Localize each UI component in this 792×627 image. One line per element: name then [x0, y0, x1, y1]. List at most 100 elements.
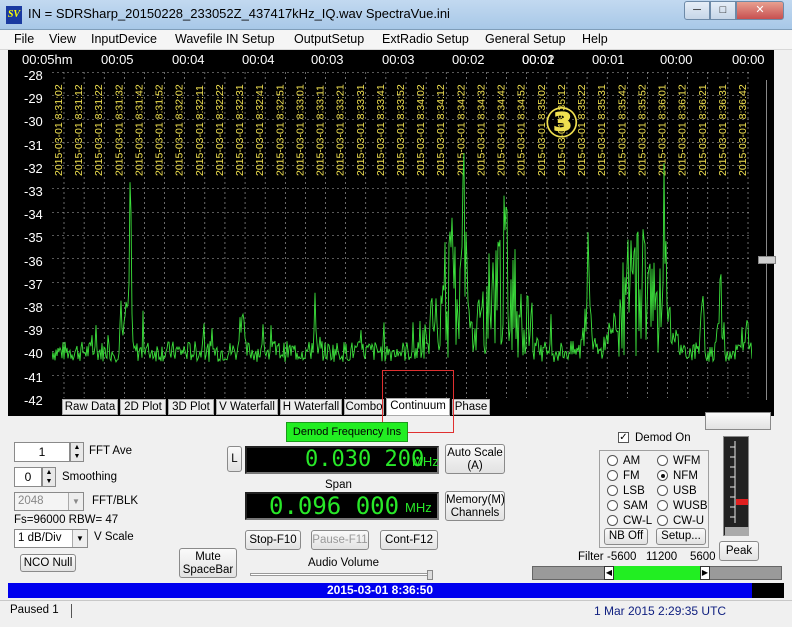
- y-axis-label: -41: [24, 369, 43, 385]
- tab-combo[interactable]: Combo: [344, 399, 384, 415]
- mute-label: Mute: [195, 551, 221, 563]
- setup-button[interactable]: Setup...: [656, 528, 706, 545]
- fft-blk-select[interactable]: 2048 ▼: [14, 492, 84, 511]
- timestamp-label: 2015-03-01 8:33:52: [395, 84, 407, 176]
- time-label: 00:02: [452, 52, 485, 67]
- menu-file[interactable]: File: [14, 32, 34, 46]
- tab-v-waterfall[interactable]: V Waterfall: [216, 399, 278, 415]
- stop-button[interactable]: Stop-F10: [245, 530, 301, 550]
- smoothing-input[interactable]: 0: [14, 467, 42, 487]
- timestamp-label: 2015-03-01 8:34:52: [516, 84, 528, 176]
- tab-phase[interactable]: Phase: [452, 399, 490, 415]
- menu-extradio-setup[interactable]: ExtRadio Setup: [382, 32, 469, 46]
- vscale-value: 1 dB/Div: [18, 532, 62, 544]
- radio-cw-l[interactable]: CW-L: [607, 515, 652, 527]
- timestamp-label: 2015-03-01 8:31:42: [133, 84, 145, 176]
- l-button[interactable]: L: [227, 446, 242, 472]
- smoothing-label: Smoothing: [62, 471, 117, 483]
- scrollbar-thumb[interactable]: [758, 256, 776, 264]
- timestamp-label: 2015-03-01 8:34:32: [475, 84, 487, 176]
- timestamp-label: 2015-03-01 8:36:31: [717, 84, 729, 176]
- title-bar: SV IN = SDRSharp_20150228_233052Z_437417…: [0, 0, 792, 30]
- radio-label: FM: [623, 470, 640, 482]
- annotation-marker: ③: [544, 98, 580, 147]
- radio-wusb[interactable]: WUSB: [657, 500, 708, 512]
- timestamp-label: 2015-03-01 8:31:12: [73, 84, 85, 176]
- nb-off-button[interactable]: NB Off: [604, 528, 648, 545]
- fft-ave-input[interactable]: 1: [14, 442, 70, 462]
- radio-nfm[interactable]: NFM: [657, 470, 698, 482]
- filter-passband[interactable]: [614, 566, 700, 580]
- nco-null-button[interactable]: NCO Null: [20, 554, 76, 572]
- time-label: 00:05: [101, 52, 134, 67]
- status-left: Paused 1: [10, 604, 59, 616]
- smoothing-spinner[interactable]: ▲ ▼: [42, 467, 56, 487]
- filter-low: -5600: [607, 551, 637, 563]
- menu-view[interactable]: View: [49, 32, 76, 46]
- tab-raw-data[interactable]: Raw Data: [62, 399, 118, 415]
- filter-left-handle[interactable]: ◀: [604, 566, 614, 580]
- meter-scale: [725, 441, 749, 536]
- auto-scale-button[interactable]: Auto Scale (A): [445, 444, 505, 474]
- tab-h-waterfall[interactable]: H Waterfall: [280, 399, 342, 415]
- y-axis-label: -35: [24, 230, 43, 246]
- radio-label: CW-U: [673, 515, 705, 527]
- menu-wavefile-in-setup[interactable]: Wavefile IN Setup: [175, 32, 275, 46]
- fft-blk-value: 2048: [18, 495, 44, 507]
- menu-general-setup[interactable]: General Setup: [485, 32, 566, 46]
- y-axis-label: -42: [24, 392, 43, 408]
- span-display[interactable]: 0.096 000 MHz: [245, 492, 439, 520]
- mute-button[interactable]: Mute SpaceBar: [179, 548, 237, 578]
- tab-2d-plot[interactable]: 2D Plot: [120, 399, 166, 415]
- time-label: 00:04: [242, 52, 275, 67]
- audio-volume-thumb[interactable]: [427, 570, 433, 580]
- peak-button[interactable]: Peak: [719, 541, 759, 561]
- y-axis-label: -29: [24, 91, 43, 107]
- menu-bar: File View InputDevice Wavefile IN Setup …: [0, 30, 792, 50]
- radio-fm[interactable]: FM: [607, 470, 640, 482]
- time-label: 00:00: [732, 52, 765, 67]
- radio-label: SAM: [623, 500, 648, 512]
- radio-dot-icon: [657, 500, 668, 511]
- spectrum-plot: 2015-03-01 8:31:02 2015-03-01 8:31:12 2015…: [52, 72, 752, 398]
- radio-wfm[interactable]: WFM: [657, 455, 700, 467]
- audio-volume-slider[interactable]: [250, 573, 432, 576]
- menu-outputsetup[interactable]: OutputSetup: [294, 32, 364, 46]
- timestamp-label: 2015-03-01 8:34:42: [496, 84, 508, 176]
- signal-meter: [723, 436, 749, 536]
- radio-dot-icon: [607, 470, 618, 481]
- demod-frequency-display[interactable]: 0.030 200 MHz: [245, 446, 439, 474]
- channels-label: Channels: [450, 507, 500, 520]
- tab-3d-plot[interactable]: 3D Plot: [168, 399, 214, 415]
- pause-button[interactable]: Pause-F11: [311, 530, 369, 550]
- time-label: 00:00: [660, 52, 693, 67]
- close-button[interactable]: ✕: [736, 1, 784, 20]
- demod-on-label: Demod On: [635, 432, 691, 444]
- y-axis-label: -28: [24, 68, 43, 83]
- radio-am[interactable]: AM: [607, 455, 640, 467]
- minimize-button[interactable]: ─: [684, 1, 710, 20]
- memory-channels-button[interactable]: Memory(M) Channels: [445, 491, 505, 521]
- blank-field: [705, 412, 771, 430]
- radio-cw-u[interactable]: CW-U: [657, 515, 704, 527]
- menu-help[interactable]: Help: [582, 32, 608, 46]
- timestamp-label: 2015-03-01 8:31:22: [93, 84, 105, 176]
- filter-label: Filter: [578, 551, 604, 563]
- cont-button[interactable]: Cont-F12: [380, 530, 438, 550]
- menu-inputdevice[interactable]: InputDevice: [91, 32, 157, 46]
- auto-scale-label: Auto Scale: [447, 447, 503, 459]
- vscale-select[interactable]: 1 dB/Div ▼: [14, 529, 88, 548]
- radio-lsb[interactable]: LSB: [607, 485, 645, 497]
- radio-sam[interactable]: SAM: [607, 500, 648, 512]
- filter-width: 11200: [646, 551, 678, 563]
- demod-on-checkbox[interactable]: ✓: [618, 432, 629, 443]
- timestamp-label: 2015-03-01 8:32:02: [174, 84, 186, 176]
- radio-usb[interactable]: USB: [657, 485, 697, 497]
- fft-ave-spinner[interactable]: ▲ ▼: [70, 442, 84, 462]
- maximize-button[interactable]: □: [710, 1, 736, 20]
- timestamp-label: 2015-03-01 8:36:12: [677, 84, 689, 176]
- y-axis-label: -39: [24, 323, 43, 339]
- timestamp-label: 2015-03-01 8:32:31: [234, 84, 246, 176]
- demod-frequency-button[interactable]: Demod Frequency Ins: [286, 422, 408, 442]
- filter-right-handle[interactable]: ▶: [700, 566, 710, 580]
